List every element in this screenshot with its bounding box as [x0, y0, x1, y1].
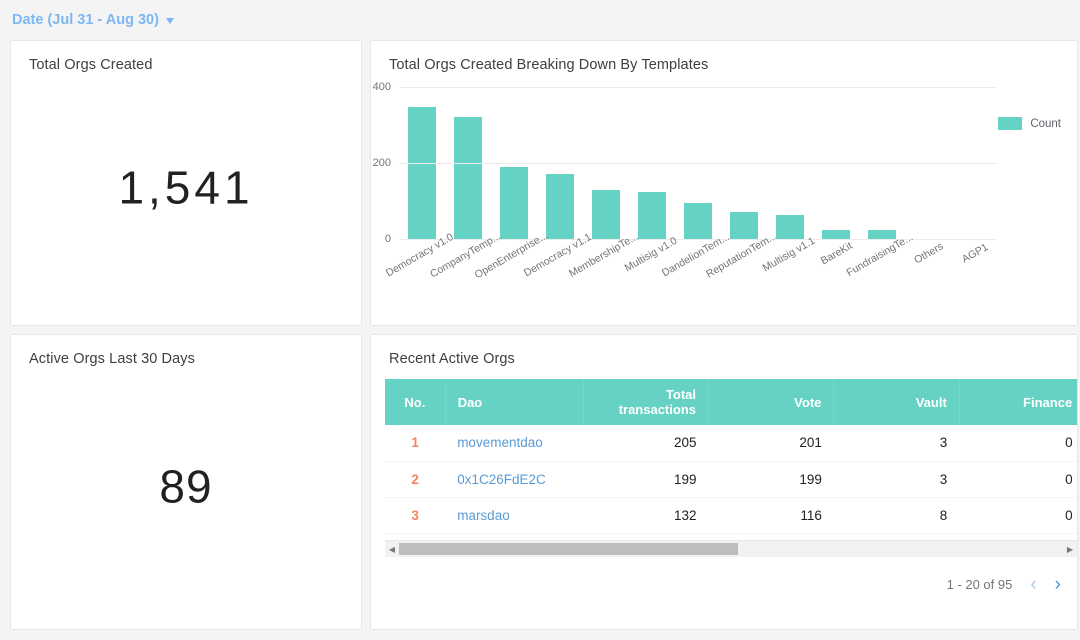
- chart-y-tick-label: 0: [385, 233, 391, 245]
- chart-x-tick-label: BareKit: [819, 240, 855, 268]
- total-orgs-value: 1,541: [11, 160, 361, 214]
- recent-active-orgs-table: No. Dao Total transactions Vote Vault Fi…: [385, 379, 1077, 534]
- chart-x-label-slot: Others: [905, 243, 951, 303]
- chart-bar[interactable]: [408, 107, 436, 239]
- triangle-left-icon[interactable]: ◀: [385, 545, 399, 554]
- chart-bar[interactable]: [868, 230, 896, 239]
- table-body: 1movementdao2052013020x1C26FdE2C19919930…: [385, 425, 1077, 533]
- dao-link-label[interactable]: marsdao: [457, 508, 571, 523]
- card-title: Active Orgs Last 30 Days: [11, 335, 361, 367]
- dashboard-grid: Total Orgs Created 1,541 Total Orgs Crea…: [0, 40, 1080, 630]
- date-range-label: Date (Jul 31 - Aug 30): [12, 12, 159, 28]
- chart-bar[interactable]: [546, 174, 574, 239]
- chart-bar[interactable]: [730, 212, 758, 239]
- chart-bar[interactable]: [822, 230, 850, 240]
- chart-y-tick-label: 200: [373, 157, 391, 169]
- triangle-right-icon[interactable]: ▶: [1063, 545, 1077, 554]
- table-row[interactable]: 20x1C26FdE2C19919930: [385, 461, 1077, 497]
- cell-row-number: 1: [385, 425, 445, 461]
- cell-total_transactions: 199: [583, 461, 708, 497]
- chart-x-label-slot: Multisig v1.1: [767, 243, 813, 303]
- table-header-row: No. Dao Total transactions Vote Vault Fi…: [385, 379, 1077, 425]
- filter-bar: Date (Jul 31 - Aug 30): [0, 0, 1080, 40]
- bar-chart: 0 200 400 Democracy v1.0CompanyTemp...Open…: [371, 79, 1078, 326]
- cell-dao-link[interactable]: marsdao: [445, 497, 583, 533]
- column-header-dao[interactable]: Dao: [445, 379, 583, 425]
- table-header: No. Dao Total transactions Vote Vault Fi…: [385, 379, 1077, 425]
- cell-vote: 201: [709, 425, 834, 461]
- cell-vault: 3: [834, 425, 959, 461]
- chevron-right-icon[interactable]: ›: [1055, 575, 1061, 594]
- chart-gridline: 400: [399, 87, 997, 88]
- card-recent-active-orgs: Recent Active Orgs No. Dao Total transac…: [370, 334, 1078, 630]
- pagination: 1 - 20 of 95 ‹ ›: [947, 575, 1061, 594]
- cell-total_transactions: 205: [583, 425, 708, 461]
- card-active-orgs-last-30-days: Active Orgs Last 30 Days 89: [10, 334, 362, 630]
- active-orgs-value: 89: [11, 459, 361, 513]
- cell-vote: 116: [709, 497, 834, 533]
- column-header-no[interactable]: No.: [385, 379, 445, 425]
- scrollbar-track[interactable]: [399, 541, 1063, 557]
- chart-x-tick-label: AGP1: [960, 241, 990, 265]
- chart-bar[interactable]: [684, 203, 712, 239]
- date-range-filter[interactable]: Date (Jul 31 - Aug 30): [12, 12, 174, 28]
- pagination-range-label: 1 - 20 of 95: [947, 577, 1013, 592]
- chart-gridline: 200: [399, 163, 997, 164]
- chart-bar[interactable]: [454, 117, 482, 239]
- table-scroll-viewport: No. Dao Total transactions Vote Vault Fi…: [385, 379, 1077, 534]
- cell-finance: 0: [959, 425, 1077, 461]
- column-header-total-transactions[interactable]: Total transactions: [583, 379, 708, 425]
- card-total-orgs-created: Total Orgs Created 1,541: [10, 40, 362, 326]
- card-title: Total Orgs Created Breaking Down By Temp…: [371, 41, 1077, 73]
- cell-vault: 3: [834, 461, 959, 497]
- scrollbar-thumb[interactable]: [399, 543, 738, 555]
- cell-dao-link[interactable]: movementdao: [445, 425, 583, 461]
- dao-link-label[interactable]: 0x1C26FdE2C: [457, 472, 571, 487]
- chevron-down-icon: [166, 18, 174, 24]
- chart-x-label-slot: AGP1: [951, 243, 997, 303]
- card-title: Recent Active Orgs: [371, 335, 1077, 367]
- chart-x-axis-labels: Democracy v1.0CompanyTemp...OpenEnterpri…: [399, 243, 997, 303]
- chart-x-tick-label: Others: [912, 240, 945, 266]
- cell-row-number: 3: [385, 497, 445, 533]
- chart-bar[interactable]: [592, 190, 620, 239]
- chart-plot-area: 0200400: [399, 87, 997, 239]
- table-row[interactable]: 3 marsdao 13211680: [385, 497, 1077, 533]
- cell-row-number: 2: [385, 461, 445, 497]
- cell-total_transactions: 132: [583, 497, 708, 533]
- chart-y-tick-label: 400: [373, 81, 391, 93]
- chart-x-label-slot: MembershipTe...: [583, 243, 629, 303]
- card-title: Total Orgs Created: [11, 41, 361, 73]
- cell-dao-link[interactable]: 0x1C26FdE2C: [445, 461, 583, 497]
- cell-vote: 199: [709, 461, 834, 497]
- cell-finance: 0: [959, 497, 1077, 533]
- chevron-left-icon[interactable]: ‹: [1030, 575, 1036, 594]
- cell-finance: 0: [959, 461, 1077, 497]
- table-row[interactable]: 1 movementdao 20520130: [385, 425, 1077, 461]
- chart-bar[interactable]: [500, 167, 528, 239]
- column-header-vote[interactable]: Vote: [709, 379, 834, 425]
- chart-bar[interactable]: [638, 192, 666, 240]
- cell-vault: 8: [834, 497, 959, 533]
- chart-x-label-slot: ReputationTem...: [721, 243, 767, 303]
- chart-x-label-slot: FundraisingTe...: [859, 243, 905, 303]
- dao-link-label[interactable]: movementdao: [457, 435, 571, 450]
- chart-bar[interactable]: [776, 215, 804, 239]
- table-horizontal-scrollbar[interactable]: ◀ ▶: [385, 540, 1077, 557]
- column-header-vault[interactable]: Vault: [834, 379, 959, 425]
- column-header-finance[interactable]: Finance: [959, 379, 1077, 425]
- card-orgs-by-template: Total Orgs Created Breaking Down By Temp…: [370, 40, 1078, 326]
